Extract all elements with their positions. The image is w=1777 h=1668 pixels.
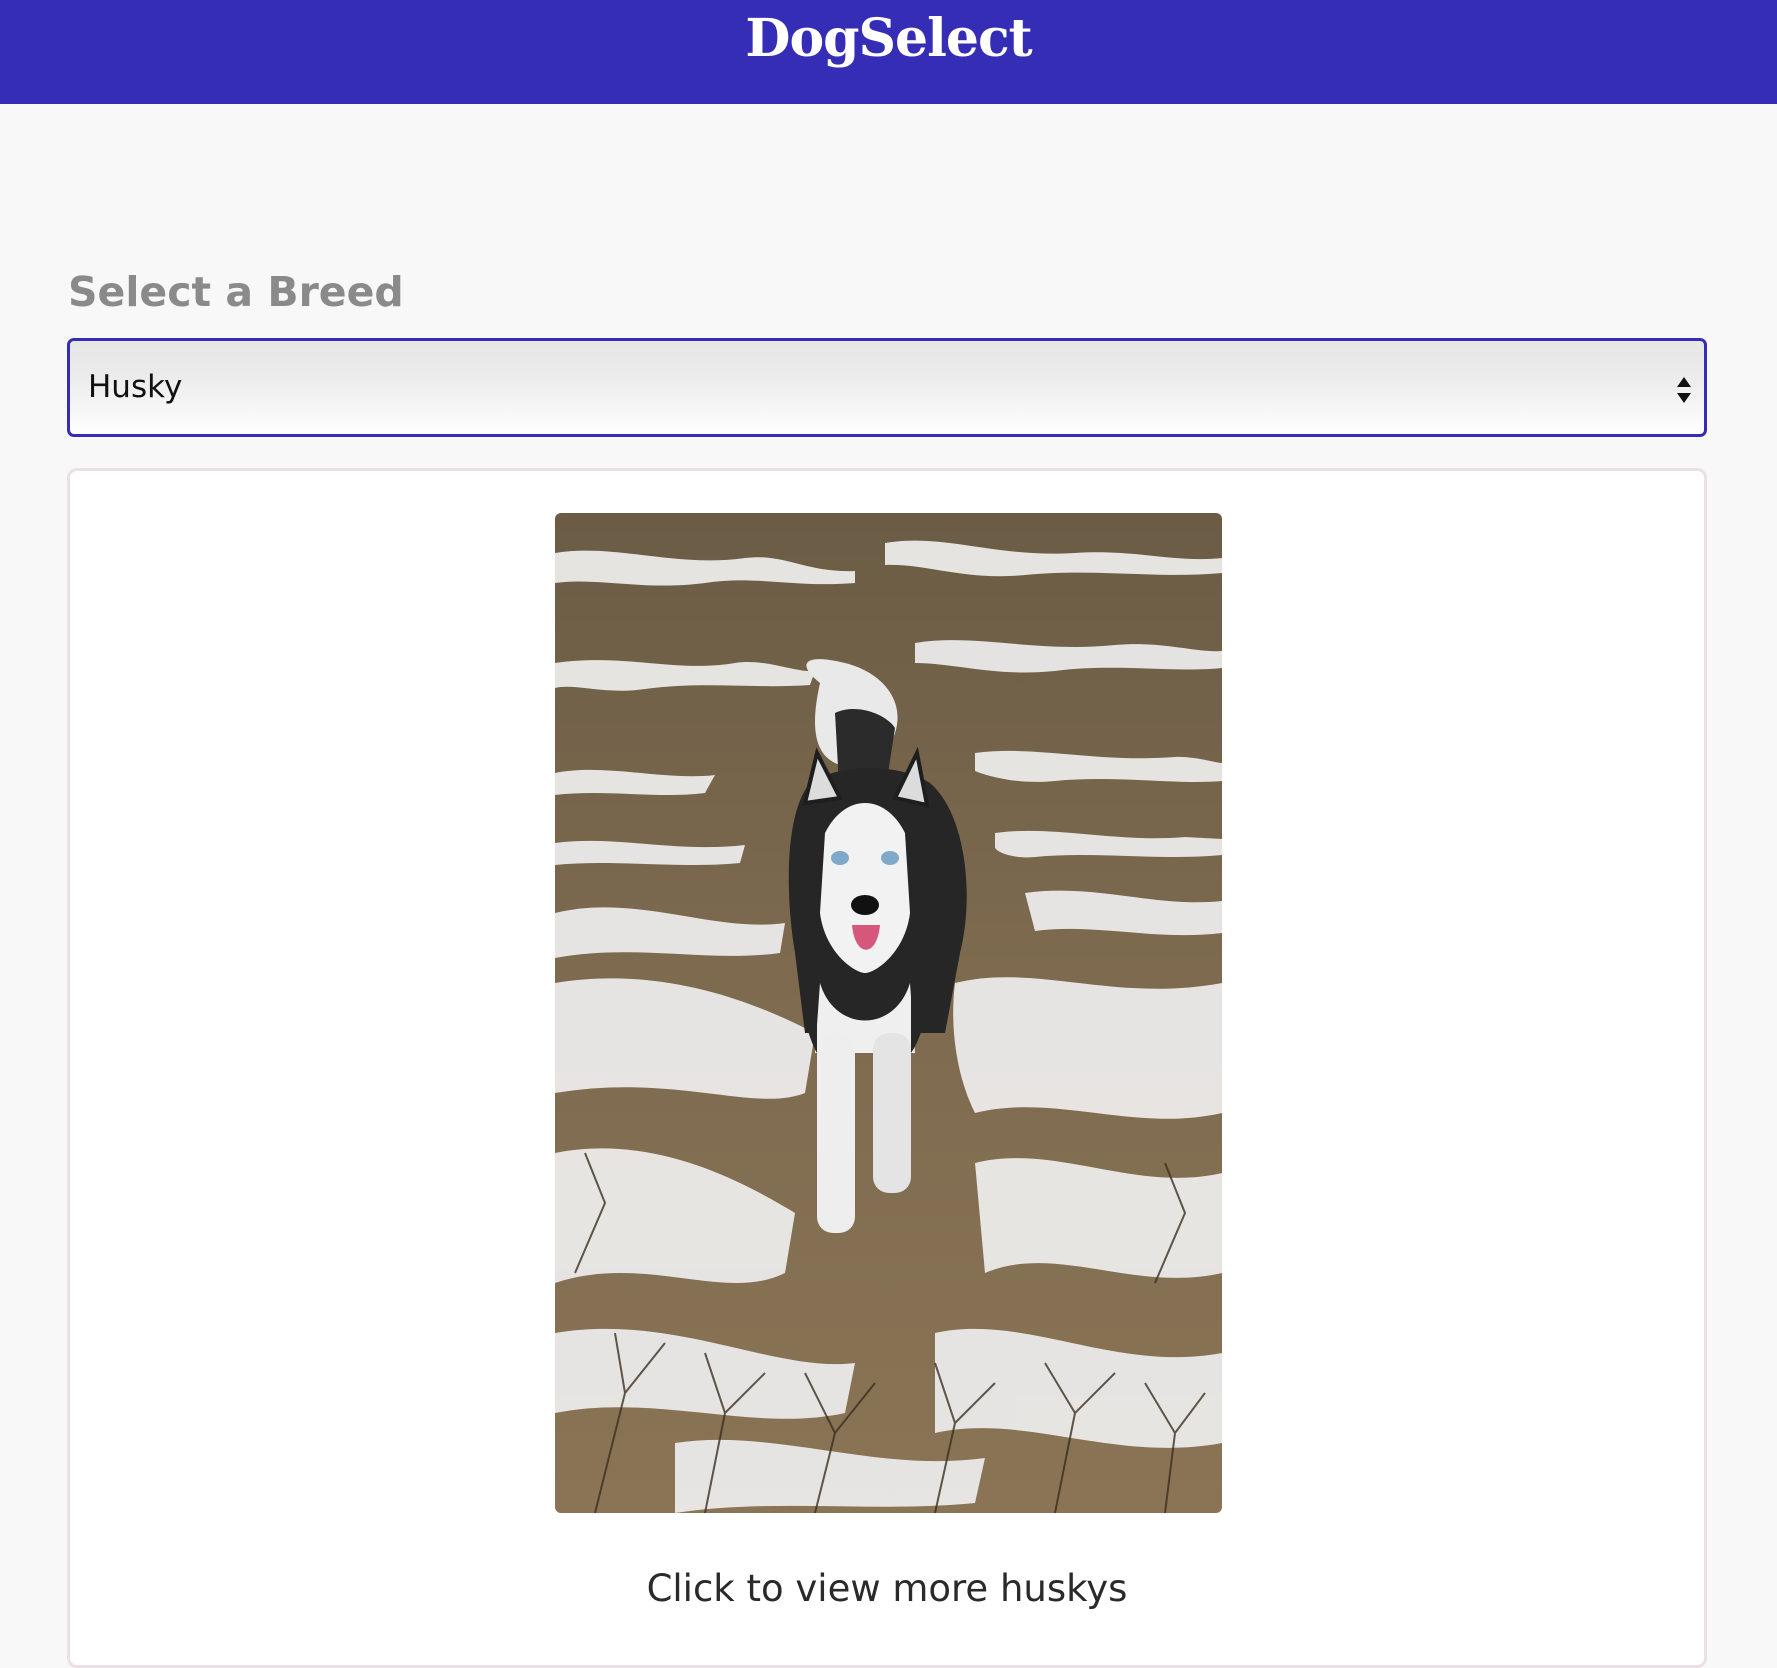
dog-card: Click to view more huskys (67, 468, 1707, 1668)
view-more-link[interactable]: Click to view more huskys (70, 1567, 1704, 1610)
app-title: DogSelect (745, 7, 1032, 69)
breed-select[interactable]: Husky (67, 338, 1707, 437)
breed-select-value: Husky (88, 369, 183, 405)
husky-photo[interactable] (555, 513, 1222, 1513)
sort-arrows-icon (1677, 377, 1691, 403)
app-header: DogSelect (0, 0, 1777, 104)
breed-select-label: Select a Breed (68, 268, 404, 316)
